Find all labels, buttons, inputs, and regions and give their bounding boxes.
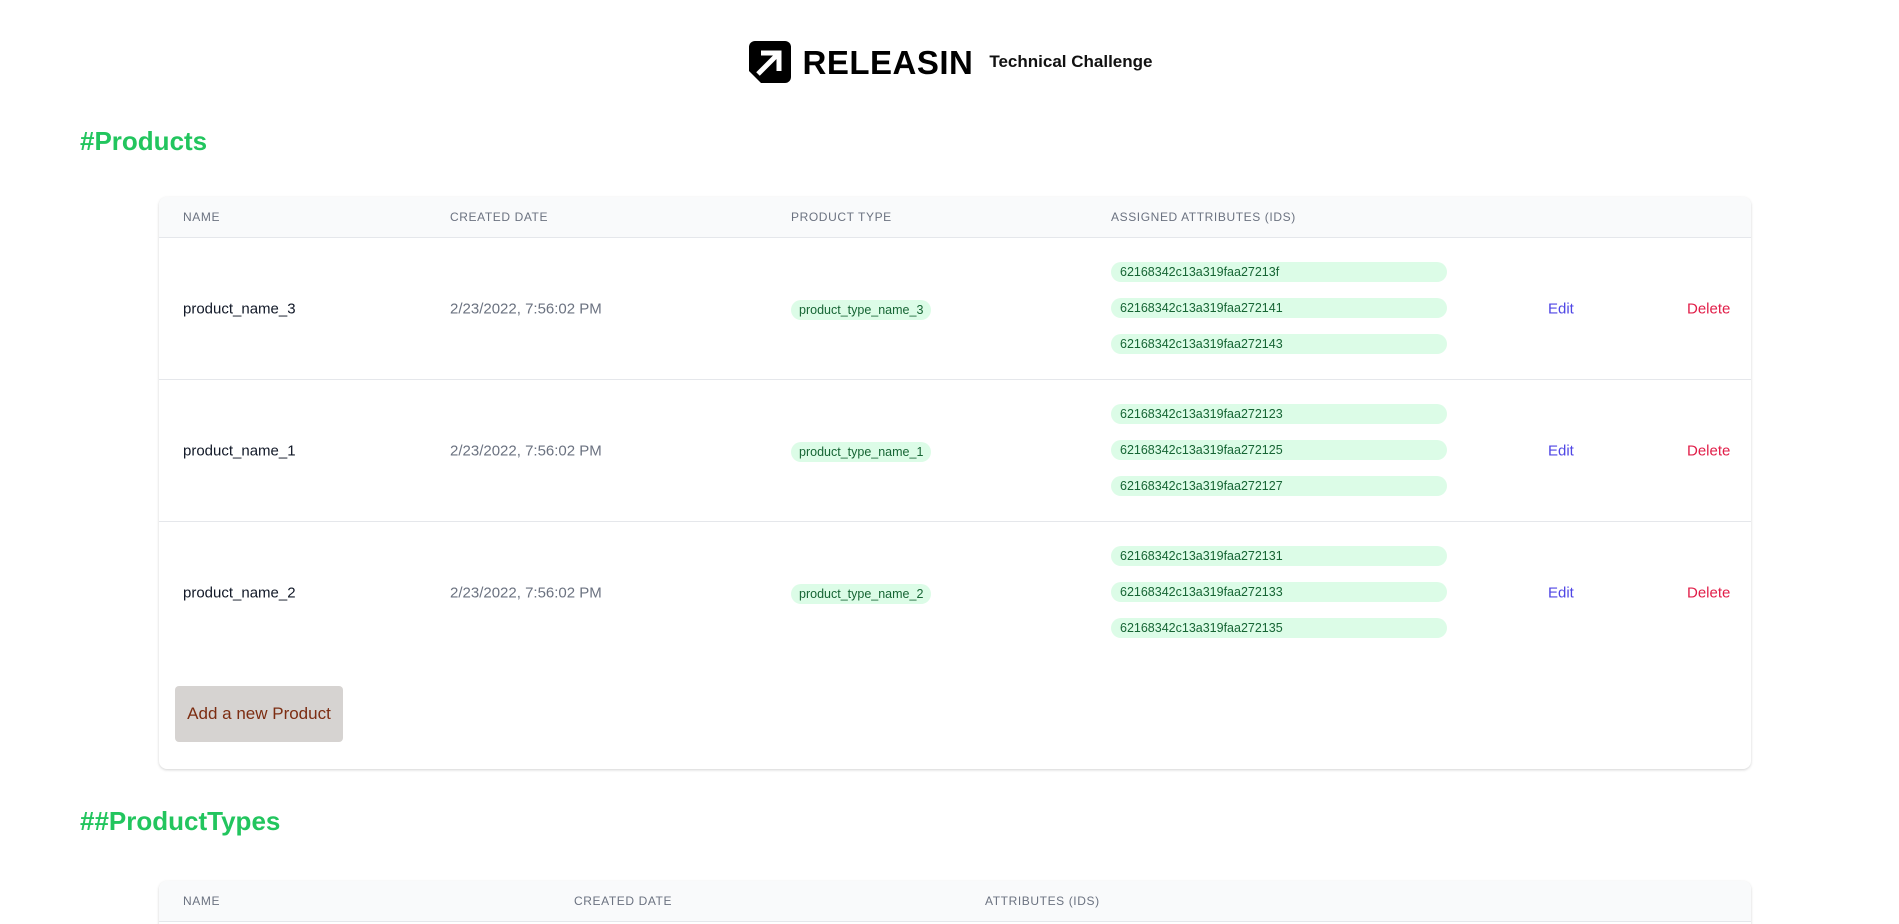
attribute-id-badge: 62168342c13a319faa272125 <box>1111 440 1447 460</box>
products-table-card: NAME CREATED DATE PRODUCT TYPE ASSIGNED … <box>159 197 1751 769</box>
attribute-id-badge: 62168342c13a319faa272131 <box>1111 546 1447 566</box>
column-header-created-date: CREATED DATE <box>574 894 673 908</box>
attribute-id-badge: 62168342c13a319faa272143 <box>1111 334 1447 354</box>
edit-link[interactable]: Edit <box>1548 585 1574 602</box>
delete-link[interactable]: Delete <box>1687 300 1730 317</box>
product-types-section-title: ##ProductTypes <box>80 806 281 836</box>
page: RELEASIN Technical Challenge #Products N… <box>0 0 1899 924</box>
delete-link[interactable]: Delete <box>1687 585 1730 602</box>
attribute-id-badge: 62168342c13a319faa27213f <box>1111 262 1447 282</box>
column-header-name: NAME <box>183 210 221 224</box>
attribute-id-badge: 62168342c13a319faa272141 <box>1111 298 1447 318</box>
attribute-list: 62168342c13a319faa27213f 62168342c13a319… <box>1111 262 1447 354</box>
product-type-badge: product_type_name_3 <box>791 299 932 320</box>
brand[interactable]: RELEASIN Technical Challenge <box>747 39 1153 85</box>
edit-link[interactable]: Edit <box>1548 442 1574 459</box>
column-header-created-date: CREATED DATE <box>450 210 549 224</box>
column-header-product-type: PRODUCT TYPE <box>791 210 892 224</box>
created-date: 2/23/2022, 7:56:02 PM <box>450 300 602 317</box>
created-date: 2/23/2022, 7:56:02 PM <box>450 584 602 602</box>
attribute-id-badge: 62168342c13a319faa272135 <box>1111 618 1447 638</box>
created-date: 2/23/2022, 7:56:02 PM <box>450 442 602 459</box>
product-types-table-card: NAME CREATED DATE ATTRIBUTES (IDS) <box>159 881 1751 924</box>
product-types-table-header: NAME CREATED DATE ATTRIBUTES (IDS) <box>159 881 1751 922</box>
releasin-arrow-logo-icon <box>748 41 791 83</box>
column-header-assigned-attributes: ASSIGNED ATTRIBUTES (IDS) <box>1111 210 1296 224</box>
column-header-name: NAME <box>183 894 221 908</box>
column-header-attributes: ATTRIBUTES (IDS) <box>985 894 1100 908</box>
table-row: product_name_1 2/23/2022, 7:56:02 PM pro… <box>159 380 1751 522</box>
table-row: product_name_2 2/23/2022, 7:56:02 PM pro… <box>159 522 1751 664</box>
product-name: product_name_3 <box>183 300 296 317</box>
attribute-list: 62168342c13a319faa272131 62168342c13a319… <box>1111 546 1447 638</box>
attribute-list: 62168342c13a319faa272123 62168342c13a319… <box>1111 404 1447 496</box>
header: RELEASIN Technical Challenge <box>0 39 1899 85</box>
attribute-id-badge: 62168342c13a319faa272123 <box>1111 404 1447 424</box>
add-product-button[interactable]: Add a new Product <box>175 686 343 742</box>
edit-link[interactable]: Edit <box>1548 300 1574 317</box>
products-table-header: NAME CREATED DATE PRODUCT TYPE ASSIGNED … <box>159 197 1751 238</box>
products-section-title: #Products <box>80 126 208 156</box>
attribute-id-badge: 62168342c13a319faa272127 <box>1111 476 1447 496</box>
delete-link[interactable]: Delete <box>1687 442 1730 459</box>
table-row: product_name_3 2/23/2022, 7:56:02 PM pro… <box>159 238 1751 380</box>
product-type-badge: product_type_name_1 <box>791 441 932 462</box>
brand-name: RELEASIN <box>802 43 974 81</box>
product-name: product_name_2 <box>183 584 296 602</box>
brand-subtitle: Technical Challenge <box>989 52 1153 71</box>
attribute-id-badge: 62168342c13a319faa272133 <box>1111 582 1447 602</box>
product-name: product_name_1 <box>183 442 296 459</box>
product-type-badge: product_type_name_2 <box>791 584 932 604</box>
